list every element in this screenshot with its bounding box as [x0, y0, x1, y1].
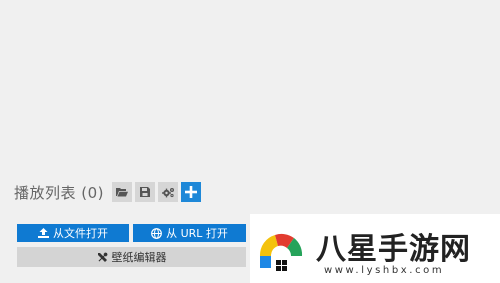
- open-from-file-button[interactable]: 从文件打开: [17, 224, 129, 242]
- upload-icon: [38, 228, 49, 238]
- wallpaper-editor-button[interactable]: 壁纸编辑器: [17, 247, 246, 267]
- save-icon: [140, 187, 151, 197]
- open-from-file-label: 从文件打开: [53, 227, 108, 240]
- site-watermark: 八星手游网 www.lyshbx.com: [250, 214, 500, 283]
- tools-icon: [97, 252, 108, 263]
- site-name: 八星手游网: [316, 232, 471, 267]
- folder-open-icon: [116, 188, 129, 197]
- gears-icon: [161, 187, 174, 197]
- wallpaper-editor-label: 壁纸编辑器: [111, 251, 167, 264]
- plus-icon: [185, 186, 198, 198]
- playlist-title: 播放列表 (0): [14, 183, 105, 202]
- playlist-settings-button[interactable]: [158, 182, 179, 202]
- playlist-toolbar: [112, 182, 204, 202]
- add-to-playlist-button[interactable]: [181, 182, 202, 202]
- save-playlist-button[interactable]: [135, 182, 156, 202]
- globe-icon: [151, 227, 162, 239]
- open-from-url-button[interactable]: 从 URL 打开: [133, 224, 246, 242]
- site-logo: [259, 233, 303, 271]
- site-url: www.lyshbx.com: [324, 265, 445, 276]
- open-from-url-label: 从 URL 打开: [166, 227, 228, 240]
- playlist-header: 播放列表 (0): [14, 181, 204, 203]
- open-folder-button[interactable]: [112, 182, 133, 202]
